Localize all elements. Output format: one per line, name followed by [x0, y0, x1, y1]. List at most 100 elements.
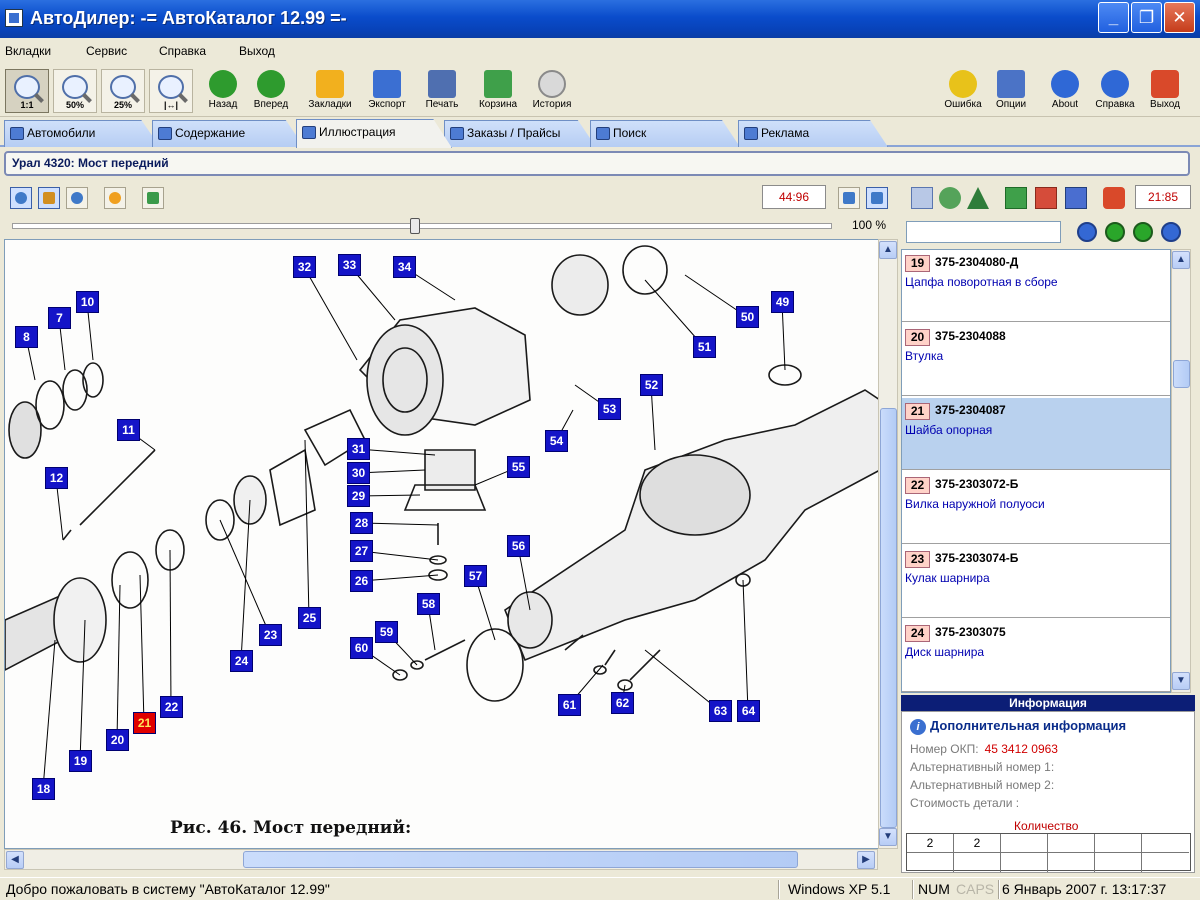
part-label-22[interactable]: 22: [160, 696, 183, 718]
menu-item-help[interactable]: Справка: [159, 44, 206, 58]
list-item-selected[interactable]: 21 375-2304087 Шайба опорная: [902, 398, 1170, 470]
zoom-fit-width-button[interactable]: |↔|: [149, 69, 193, 113]
part-label-56[interactable]: 56: [507, 535, 530, 557]
part-label-23[interactable]: 23: [259, 624, 282, 646]
part-label-32[interactable]: 32: [293, 256, 316, 278]
bookmarks-button[interactable]: Закладки: [302, 68, 358, 114]
scroll-up-arrow-icon[interactable]: ▲: [879, 241, 897, 259]
part-label-20[interactable]: 20: [106, 729, 129, 751]
scroll-down-arrow-icon[interactable]: ▼: [1172, 672, 1190, 690]
detail-view-button[interactable]: [866, 187, 888, 209]
part-label-18[interactable]: 18: [32, 778, 55, 800]
part-label-64[interactable]: 64: [737, 700, 760, 722]
vertical-scroll-thumb[interactable]: [880, 408, 897, 828]
part-label-34[interactable]: 34: [393, 256, 416, 278]
part-label-29[interactable]: 29: [347, 485, 370, 507]
zoom-slider[interactable]: [12, 218, 832, 234]
part-label-62[interactable]: 62: [611, 692, 634, 714]
horizontal-scroll-thumb[interactable]: [243, 851, 798, 868]
zoom-25-button[interactable]: 25%: [101, 69, 145, 113]
back-button[interactable]: Назад: [200, 68, 246, 114]
tab-advertising[interactable]: Реклама: [738, 120, 888, 147]
list-item[interactable]: 23 375-2303074-Б Кулак шарнира: [902, 546, 1170, 618]
list-item[interactable]: 20 375-2304088 Втулка: [902, 324, 1170, 396]
part-label-33[interactable]: 33: [338, 254, 361, 276]
part-label-55[interactable]: 55: [507, 456, 530, 478]
part-label-10[interactable]: 10: [76, 291, 99, 313]
part-label-53[interactable]: 53: [598, 398, 621, 420]
menu-item-exit[interactable]: Выход: [239, 44, 275, 58]
list-item[interactable]: 22 375-2303072-Б Вилка наружной полуоси: [902, 472, 1170, 544]
part-label-49[interactable]: 49: [771, 291, 794, 313]
delete-button[interactable]: [1035, 187, 1057, 209]
view-mode-button[interactable]: [10, 187, 32, 209]
part-label-57[interactable]: 57: [464, 565, 487, 587]
about-button[interactable]: About: [1044, 68, 1086, 114]
part-label-25[interactable]: 25: [298, 607, 321, 629]
parts-diagram[interactable]: 32 33 34 10 8 7 11 12 51 50 49 52 53 54 31 30 29 55 28 27 26…: [4, 239, 879, 849]
part-label-58[interactable]: 58: [417, 593, 440, 615]
scroll-right-arrow-icon[interactable]: ▶: [857, 851, 875, 869]
menu-item-service[interactable]: Сервис: [86, 44, 127, 58]
tab-contents[interactable]: Содержание: [152, 120, 304, 147]
edit-button[interactable]: [1065, 187, 1087, 209]
scroll-down-arrow-icon[interactable]: ▼: [879, 828, 897, 846]
list-item[interactable]: 24 375-2303075 Диск шарнира: [902, 620, 1170, 692]
car-button[interactable]: [1103, 187, 1125, 209]
help-button[interactable]: Справка: [1092, 68, 1138, 114]
part-label-60[interactable]: 60: [350, 637, 373, 659]
copy-button[interactable]: [911, 187, 933, 209]
exit-button[interactable]: Выход: [1144, 68, 1186, 114]
part-label-63[interactable]: 63: [709, 700, 732, 722]
scroll-up-arrow-icon[interactable]: ▲: [1172, 251, 1190, 269]
mark-button[interactable]: [104, 187, 126, 209]
minimize-button[interactable]: _: [1098, 2, 1129, 33]
part-label-59[interactable]: 59: [375, 621, 398, 643]
zoom-50-button[interactable]: 50%: [53, 69, 97, 113]
part-label-28[interactable]: 28: [350, 512, 373, 534]
export-button[interactable]: Экспорт: [362, 68, 412, 114]
close-button[interactable]: ✕: [1164, 2, 1195, 33]
part-label-50[interactable]: 50: [736, 306, 759, 328]
forward-button[interactable]: Вперед: [248, 68, 294, 114]
part-label-11[interactable]: 11: [117, 419, 140, 441]
tab-cars[interactable]: Автомобили: [4, 120, 160, 147]
grid-mode-button[interactable]: [38, 187, 60, 209]
diagram-vertical-scrollbar[interactable]: ▲ ▼: [878, 239, 898, 849]
tab-search[interactable]: Поиск: [590, 120, 740, 147]
tab-orders-prices[interactable]: Заказы / Прайсы: [444, 120, 596, 147]
photo-button[interactable]: [142, 187, 164, 209]
part-label-52[interactable]: 52: [640, 374, 663, 396]
scroll-left-arrow-icon[interactable]: ◀: [6, 851, 24, 869]
part-label-27[interactable]: 27: [350, 540, 373, 562]
part-label-26[interactable]: 26: [350, 570, 373, 592]
error-button[interactable]: Ошибка: [940, 68, 986, 114]
diagram-horizontal-scrollbar[interactable]: ◀ ▶: [4, 849, 878, 870]
app-icon[interactable]: [5, 9, 23, 27]
part-label-31[interactable]: 31: [347, 438, 370, 460]
part-label-8[interactable]: 8: [15, 326, 38, 348]
prev-page-button[interactable]: [1105, 222, 1125, 242]
refresh-button[interactable]: [939, 187, 961, 209]
last-page-button[interactable]: [1161, 222, 1181, 242]
tab-illustration[interactable]: Иллюстрация: [296, 119, 452, 148]
options-button[interactable]: Опции: [990, 68, 1032, 114]
part-label-12[interactable]: 12: [45, 467, 68, 489]
zoom-1to1-button[interactable]: 1:1: [5, 69, 49, 113]
part-label-30[interactable]: 30: [347, 462, 370, 484]
history-button[interactable]: История: [528, 68, 576, 114]
part-label-51[interactable]: 51: [693, 336, 716, 358]
print-button[interactable]: Печать: [418, 68, 466, 114]
zoom-slider-thumb[interactable]: [410, 218, 420, 234]
menu-item-tabs[interactable]: Вкладки: [5, 44, 51, 58]
first-page-button[interactable]: [1077, 222, 1097, 242]
maximize-button[interactable]: ❐: [1131, 2, 1162, 33]
parts-vertical-scrollbar[interactable]: ▲ ▼: [1171, 249, 1191, 693]
part-label-61[interactable]: 61: [558, 694, 581, 716]
part-label-24[interactable]: 24: [230, 650, 253, 672]
part-label-7[interactable]: 7: [48, 307, 71, 329]
list-item[interactable]: 19 375-2304080-Д Цапфа поворотная в сборе: [902, 250, 1170, 322]
part-label-21[interactable]: 21: [133, 712, 156, 734]
part-label-54[interactable]: 54: [545, 430, 568, 452]
part-label-19[interactable]: 19: [69, 750, 92, 772]
